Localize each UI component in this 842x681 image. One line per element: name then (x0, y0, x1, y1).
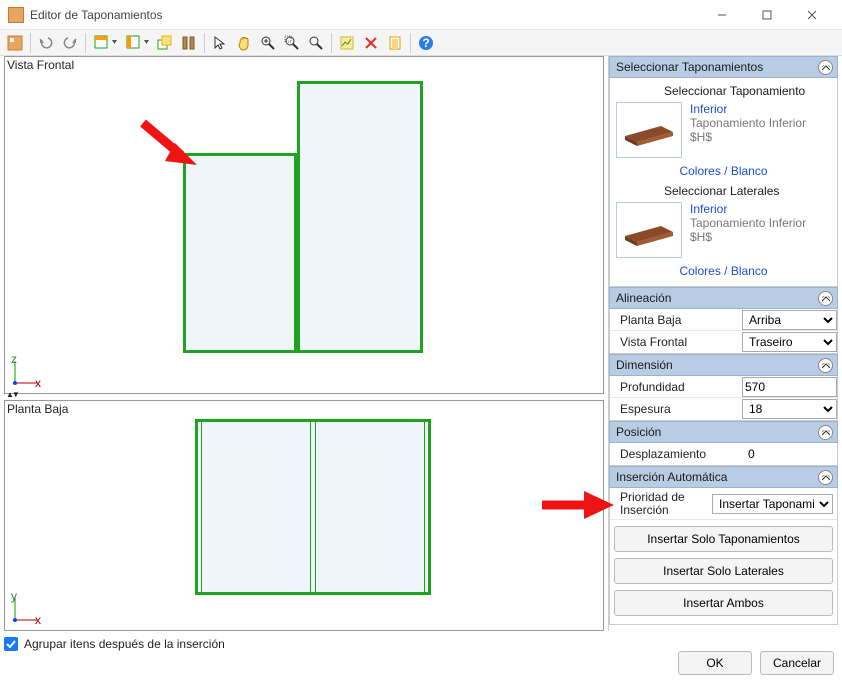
insert-both-button[interactable]: Insertar Ambos (614, 590, 833, 616)
group-after-insert-checkbox[interactable]: Agrupar itens después de la inserción (4, 633, 838, 651)
thickness-select[interactable]: 18 (742, 399, 837, 419)
laterales-thumbnail (616, 202, 682, 258)
laterales-text: Inferior Taponamiento Inferior $H$ (690, 202, 831, 258)
pointer-icon[interactable] (209, 32, 231, 54)
tool-app-icon[interactable] (4, 32, 26, 54)
taponamiento-link[interactable]: Inferior (690, 102, 831, 116)
laterales-item[interactable]: Inferior Taponamiento Inferior $H$ (616, 202, 831, 258)
taponamiento-thumbnail (616, 102, 682, 158)
app-icon (8, 7, 24, 23)
section-ins-title: Inserción Automática (616, 470, 727, 484)
columns-icon[interactable] (178, 32, 200, 54)
taponamiento-text: Inferior Taponamiento Inferior $H$ (690, 102, 831, 158)
close-button[interactable] (789, 1, 834, 29)
svg-text:x: x (35, 613, 41, 626)
layout-green1-icon[interactable] (90, 32, 120, 54)
svg-text:?: ? (422, 36, 429, 50)
main-area: Vista Frontal z x (4, 56, 838, 631)
taponamiento-desc: Taponamiento Inferior $H$ (690, 116, 831, 144)
priority-label: Prioridad de Inserción (610, 491, 712, 517)
viewport-plan-label: Planta Baja (7, 402, 68, 416)
cancel-button[interactable]: Cancelar (760, 651, 834, 675)
separator (204, 33, 205, 53)
collapse-icon[interactable] (818, 470, 833, 485)
colors-link-2[interactable]: Colores / Blanco (679, 264, 767, 278)
redo-icon[interactable] (59, 32, 81, 54)
properties-panel: Seleccionar Taponamientos Seleccionar Ta… (608, 56, 838, 631)
axis-plan: y x (9, 592, 43, 626)
titlebar: Editor de Taponamientos (0, 0, 842, 30)
maximize-button[interactable] (744, 1, 789, 29)
collapse-icon[interactable] (818, 291, 833, 306)
offset-label: Desplazamiento (610, 447, 742, 461)
zoom-in-icon[interactable] (257, 32, 279, 54)
priority-select[interactable]: Insertar Taponamient (712, 494, 833, 514)
separator (410, 33, 411, 53)
viewport-front[interactable]: Vista Frontal z x (4, 56, 604, 394)
chart-icon[interactable] (336, 32, 358, 54)
select-taponamiento-title: Seleccionar Taponamiento (664, 84, 831, 98)
svg-text:x: x (35, 376, 41, 389)
minimize-button[interactable] (699, 1, 744, 29)
layout-green3-icon[interactable] (154, 32, 176, 54)
pan-hand-icon[interactable] (233, 32, 255, 54)
separator (85, 33, 86, 53)
section-dim-title: Dimensión (616, 358, 673, 372)
delete-icon[interactable] (360, 32, 382, 54)
section-align-body: Planta Baja Arriba Vista Frontal Traseir… (609, 309, 838, 354)
laterales-desc: Taponamiento Inferior $H$ (690, 216, 831, 244)
viewports: Vista Frontal z x (4, 56, 604, 631)
section-dim-header[interactable]: Dimensión (609, 354, 838, 376)
thickness-label: Espesura (610, 402, 742, 416)
section-select-body: Seleccionar Taponamiento Inferior Tapona… (609, 78, 838, 287)
offset-value[interactable]: 0 (742, 447, 837, 461)
align-front-label: Vista Frontal (610, 335, 742, 349)
collapse-icon[interactable] (818, 358, 833, 373)
window-title: Editor de Taponamientos (30, 8, 699, 22)
layout-green2-icon[interactable] (122, 32, 152, 54)
section-pos-title: Posición (616, 425, 661, 439)
colors-link-1[interactable]: Colores / Blanco (679, 164, 767, 178)
align-front-select[interactable]: Traseiro (742, 332, 837, 352)
section-pos-header[interactable]: Posición (609, 421, 838, 443)
zoom-extents-icon[interactable] (281, 32, 303, 54)
axis-front: z x (9, 355, 43, 389)
insert-only-laterales-button[interactable]: Insertar Solo Laterales (614, 558, 833, 584)
section-align-title: Alineación (616, 291, 671, 305)
laterales-link[interactable]: Inferior (690, 202, 831, 216)
depth-label: Profundidad (610, 380, 742, 394)
section-pos-body: Desplazamiento 0 (609, 443, 838, 466)
section-select-header[interactable]: Seleccionar Taponamientos (609, 56, 838, 78)
select-laterales-title: Seleccionar Laterales (664, 184, 831, 198)
section-ins-body: Prioridad de Inserción Insertar Taponami… (609, 488, 838, 625)
ok-button[interactable]: OK (678, 651, 752, 675)
separator (30, 33, 31, 53)
section-dim-body: Profundidad Espesura 18 (609, 376, 838, 421)
toolbar: ? (0, 30, 842, 56)
align-plan-select[interactable]: Arriba (742, 310, 837, 330)
section-select-title: Seleccionar Taponamientos (616, 60, 763, 74)
door-icon[interactable] (384, 32, 406, 54)
group-after-insert-label: Agrupar itens después de la inserción (24, 637, 225, 651)
taponamiento-item[interactable]: Inferior Taponamiento Inferior $H$ (616, 102, 831, 158)
section-ins-header[interactable]: Inserción Automática (609, 466, 838, 488)
window-buttons (699, 1, 834, 29)
viewport-plan[interactable]: Planta Baja y x (4, 400, 604, 631)
section-align-header[interactable]: Alineación (609, 287, 838, 309)
help-icon[interactable]: ? (415, 32, 437, 54)
svg-text:y: y (11, 592, 17, 603)
zoom-icon[interactable] (305, 32, 327, 54)
align-plan-label: Planta Baja (610, 313, 742, 327)
insert-only-taponamientos-button[interactable]: Insertar Solo Taponamientos (614, 526, 833, 552)
svg-text:z: z (11, 355, 17, 366)
bottom-bar: Agrupar itens después de la inserción OK… (4, 633, 838, 681)
collapse-icon[interactable] (818, 425, 833, 440)
collapse-icon[interactable] (818, 60, 833, 75)
viewport-front-label: Vista Frontal (7, 58, 74, 72)
separator (331, 33, 332, 53)
undo-icon[interactable] (35, 32, 57, 54)
depth-input[interactable] (742, 377, 837, 397)
checkbox-checked-icon (4, 637, 18, 651)
